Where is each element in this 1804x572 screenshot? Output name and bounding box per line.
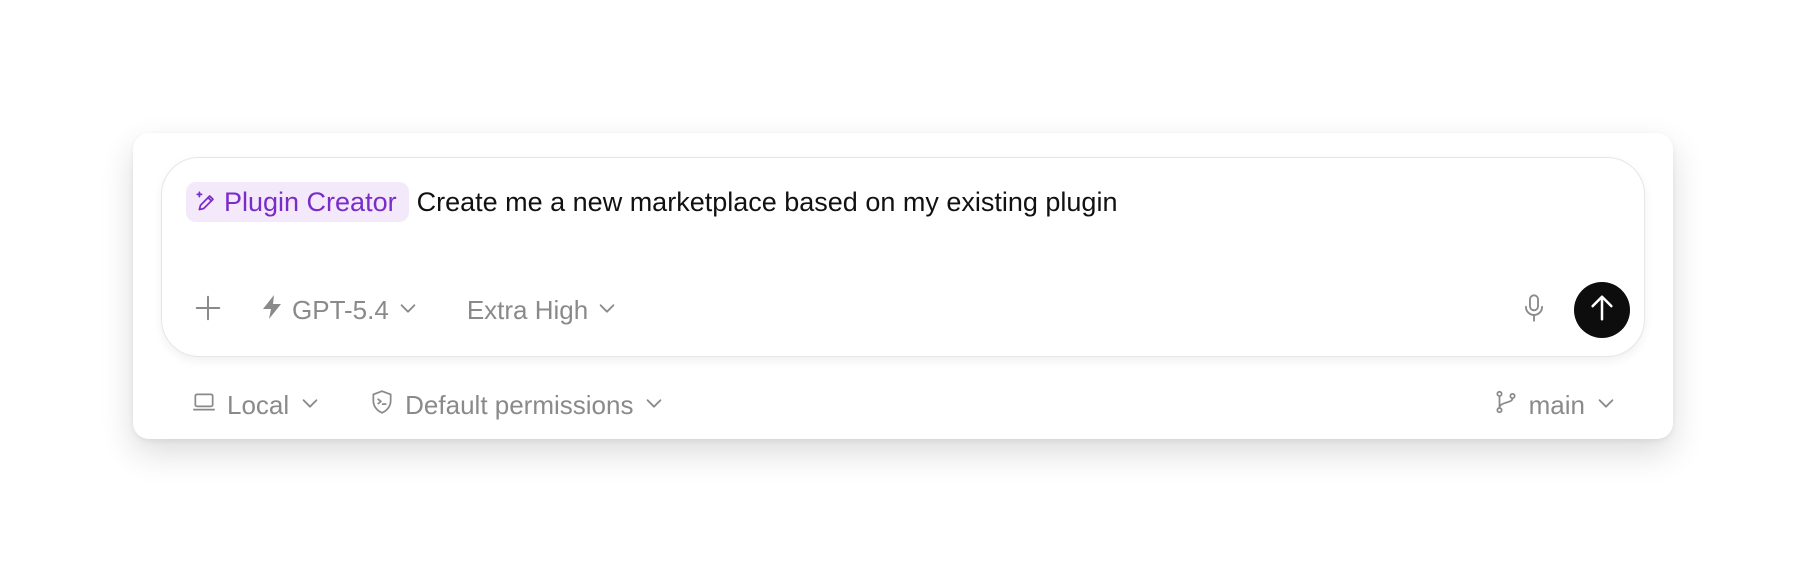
laptop-icon <box>191 389 217 422</box>
prompt-line: Plugin Creator Create me a new marketpla… <box>186 182 1117 222</box>
add-attachment-button[interactable] <box>186 288 230 332</box>
composer-card: Plugin Creator Create me a new marketpla… <box>133 133 1673 439</box>
bolt-icon <box>260 294 284 327</box>
prompt-input-box[interactable]: Plugin Creator Create me a new marketpla… <box>161 157 1645 357</box>
chevron-down-icon <box>1595 390 1617 421</box>
send-button[interactable] <box>1574 282 1630 338</box>
reasoning-level-selector[interactable]: Extra High <box>467 295 618 326</box>
reasoning-label: Extra High <box>466 294 589 325</box>
arrow-up-icon <box>1587 293 1617 328</box>
composer-footer: Local Default permissions main <box>191 385 1617 425</box>
shield-terminal-icon <box>369 389 395 422</box>
skill-chip[interactable]: Plugin Creator <box>186 182 409 222</box>
pencil-sparkle-icon <box>194 189 220 215</box>
branch-selector[interactable]: main <box>1493 389 1617 422</box>
microphone-icon <box>1520 293 1548 328</box>
skill-chip-label: Plugin Creator <box>224 186 397 217</box>
git-branch-icon <box>1493 389 1519 422</box>
plus-icon <box>193 293 223 328</box>
prompt-text[interactable]: Create me a new marketplace based on my … <box>417 187 1118 218</box>
model-label: GPT-5.4 <box>292 294 389 325</box>
chevron-down-icon <box>397 295 419 326</box>
branch-label: main <box>1528 389 1585 420</box>
model-selector[interactable]: GPT-5.4 <box>260 294 419 327</box>
page: Plugin Creator Create me a new marketpla… <box>0 0 1804 572</box>
chevron-down-icon <box>596 295 618 326</box>
chevron-down-icon <box>643 390 665 421</box>
composer-toolbar: GPT-5.4 Extra High <box>186 282 1630 338</box>
voice-input-button[interactable] <box>1512 288 1556 332</box>
permissions-selector[interactable]: Default permissions <box>369 389 665 422</box>
chevron-down-icon <box>299 390 321 421</box>
permissions-label: Default permissions <box>405 389 634 420</box>
environment-label: Local <box>227 389 290 420</box>
environment-selector[interactable]: Local <box>191 389 321 422</box>
